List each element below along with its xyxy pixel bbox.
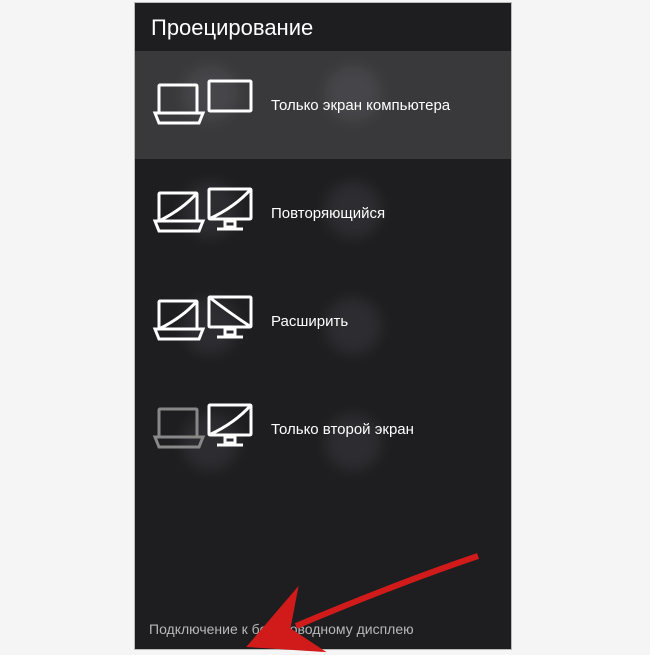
panel-title: Проецирование: [135, 3, 511, 51]
option-label: Повторяющийся: [271, 205, 385, 222]
pc-screen-only-icon: [157, 79, 253, 131]
projection-options: Только экран компьютера Повторяющийся: [135, 51, 511, 611]
option-label: Расширить: [271, 313, 348, 330]
option-label: Только экран компьютера: [271, 97, 450, 114]
option-duplicate[interactable]: Повторяющийся: [135, 159, 511, 267]
option-label: Только второй экран: [271, 421, 414, 438]
option-extend[interactable]: Расширить: [135, 267, 511, 375]
connect-wireless-display-link[interactable]: Подключение к беспроводному дисплею: [135, 611, 511, 649]
duplicate-icon: [157, 187, 253, 239]
second-screen-only-icon: [157, 403, 253, 455]
projection-panel-window: Проецирование Только экран компьютера: [134, 2, 512, 650]
projection-panel: Проецирование Только экран компьютера: [135, 3, 511, 649]
extend-icon: [157, 295, 253, 347]
option-pc-screen-only[interactable]: Только экран компьютера: [135, 51, 511, 159]
option-second-screen-only[interactable]: Только второй экран: [135, 375, 511, 483]
